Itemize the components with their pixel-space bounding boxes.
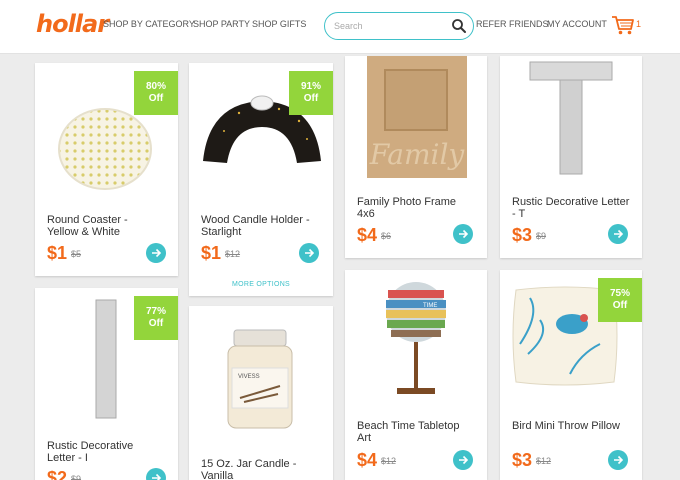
product-title[interactable]: Beach Time Tabletop Art <box>357 420 475 444</box>
original-price: $12 <box>225 249 241 259</box>
product-price: $1 <box>201 243 222 263</box>
more-options-link[interactable]: MORE OPTIONS <box>189 281 333 288</box>
product-card-family-photo-frame[interactable]: Family Family Photo Frame 4x6 $4 $6 <box>345 56 487 258</box>
cart-icon[interactable] <box>611 14 635 36</box>
beach-time-art-image: TIME <box>386 282 446 394</box>
product-card-round-coaster[interactable]: 80% Off Round Coaster - Yellow & White $1… <box>35 63 178 276</box>
product-card-beach-time-art[interactable]: TIME Beach Time Tabletop Art $4 $12 <box>345 270 487 480</box>
product-price: $3 <box>512 225 533 245</box>
product-title[interactable]: Rustic Decorative Letter - I <box>47 440 157 464</box>
product-card-bird-pillow[interactable]: 75% Off Bird Mini Throw Pillow $3 $12 <box>500 270 642 480</box>
product-title[interactable]: Wood Candle Holder - Starlight <box>201 214 321 238</box>
hollar-logo[interactable]: hollar <box>36 10 109 38</box>
discount-badge: 91% Off <box>289 71 333 115</box>
original-price: $6 <box>381 231 392 241</box>
arrow-right-button[interactable] <box>453 450 473 470</box>
product-price: $1 <box>47 243 68 263</box>
product-price: $4 <box>357 450 378 470</box>
arrow-right-icon <box>459 229 469 239</box>
product-price: $4 <box>357 225 378 245</box>
arrow-right-icon <box>614 455 624 465</box>
letter-t-image <box>529 61 613 175</box>
arrow-right-button[interactable] <box>146 468 166 480</box>
product-title[interactable]: Family Photo Frame 4x6 <box>357 196 475 220</box>
arrow-right-icon <box>459 455 469 465</box>
original-price: $12 <box>536 456 552 466</box>
svg-text:VIVESS: VIVESS <box>238 374 260 380</box>
discount-badge: 77% Off <box>134 296 178 340</box>
jar-candle-image: VIVESS <box>227 329 293 429</box>
nav-my-account[interactable]: MY ACCOUNT <box>547 19 607 29</box>
arrow-right-button[interactable] <box>608 224 628 244</box>
product-card-rustic-letter-t[interactable]: Rustic Decorative Letter - T $3 $9 <box>500 56 642 258</box>
search-icon[interactable] <box>451 18 467 34</box>
product-title[interactable]: Rustic Decorative Letter - T <box>512 196 630 220</box>
arrow-right-button[interactable] <box>146 243 166 263</box>
arrow-right-icon <box>614 229 624 239</box>
arrow-right-icon <box>305 248 315 258</box>
letter-i-image <box>95 299 117 419</box>
nav-refer-friends[interactable]: REFER FRIENDS <box>476 19 549 29</box>
product-price: $3 <box>512 450 533 470</box>
original-price: $12 <box>381 456 397 466</box>
nav-shop-gifts[interactable]: SHOP GIFTS <box>252 19 306 29</box>
photo-frame-image: Family <box>367 56 467 178</box>
search-box <box>324 12 474 40</box>
arrow-right-button[interactable] <box>453 224 473 244</box>
cart-count: 1 <box>636 19 642 29</box>
search-input[interactable] <box>334 19 444 33</box>
arrow-right-icon <box>152 248 162 258</box>
product-title[interactable]: Bird Mini Throw Pillow <box>512 420 632 432</box>
discount-badge: 75% Off <box>598 278 642 322</box>
product-price: $2 <box>47 468 68 480</box>
original-price: $9 <box>71 474 82 480</box>
original-price: $5 <box>71 249 82 259</box>
arrow-right-button[interactable] <box>299 243 319 263</box>
product-title[interactable]: Round Coaster - Yellow & White <box>47 214 157 238</box>
svg-text:TIME: TIME <box>423 303 437 309</box>
arrow-right-icon <box>152 473 162 480</box>
product-card-jar-candle[interactable]: VIVESS 15 Oz. Jar Candle - Vanilla <box>189 306 333 480</box>
product-title[interactable]: 15 Oz. Jar Candle - Vanilla <box>201 458 311 480</box>
arrow-right-button[interactable] <box>608 450 628 470</box>
product-card-wood-candle-holder[interactable]: 91% Off Wood Candle Holder - Starlight $1… <box>189 63 333 296</box>
original-price: $9 <box>536 231 547 241</box>
nav-shop-party[interactable]: SHOP PARTY <box>193 19 250 29</box>
site-header: hollar SHOP BY CATEGORY SHOP PARTY SHOP … <box>0 0 680 54</box>
svg-text:Family: Family <box>369 138 466 171</box>
nav-shop-by-category[interactable]: SHOP BY CATEGORY <box>103 19 195 29</box>
discount-badge: 80% Off <box>134 71 178 115</box>
product-card-rustic-letter-i[interactable]: 77% Off Rustic Decorative Letter - I $2 $… <box>35 288 178 480</box>
